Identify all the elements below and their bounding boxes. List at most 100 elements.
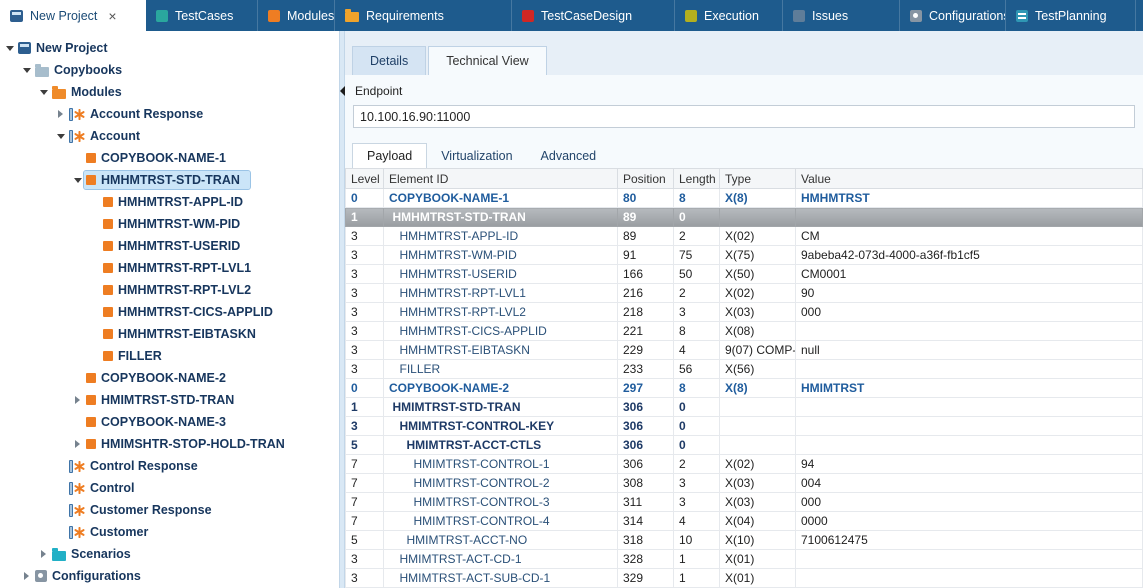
- expand-arrow[interactable]: [72, 394, 84, 406]
- tab-virtualization[interactable]: Virtualization: [427, 143, 526, 168]
- cell-value[interactable]: [796, 360, 1143, 379]
- table-row-hmhmtrst-wm-pid[interactable]: 3HMHMTRST-WM-PID9175X(75)9abeba42-073d-4…: [346, 246, 1143, 265]
- cell-value[interactable]: HMHMTRST: [796, 189, 1143, 208]
- tree-item-hmhmtrst-wm-pid[interactable]: HMHMTRST-WM-PID: [0, 213, 339, 235]
- cell-length[interactable]: 3: [674, 303, 720, 322]
- cell-level[interactable]: 7: [346, 512, 384, 531]
- table-row-hmimtrst-act-cd-1[interactable]: 3HMIMTRST-ACT-CD-13281X(01): [346, 550, 1143, 569]
- cell-type[interactable]: [720, 436, 796, 455]
- cell-type[interactable]: X(03): [720, 474, 796, 493]
- cell-position[interactable]: 311: [618, 493, 674, 512]
- cell-element-id[interactable]: HMHMTRST-APPL-ID: [384, 227, 618, 246]
- cell-position[interactable]: 329: [618, 569, 674, 588]
- tree-item-hmimshtr-stop-hold-tran[interactable]: HMIMSHTR-STOP-HOLD-TRAN: [0, 433, 339, 455]
- cell-level[interactable]: 7: [346, 493, 384, 512]
- cell-level[interactable]: 3: [346, 417, 384, 436]
- tree-item-copybook-name-2[interactable]: COPYBOOK-NAME-2: [0, 367, 339, 389]
- cell-position[interactable]: 89: [618, 208, 674, 227]
- cell-length[interactable]: 2: [674, 227, 720, 246]
- tree-item-account[interactable]: Account: [0, 125, 339, 147]
- cell-element-id[interactable]: HMIMTRST-CONTROL-KEY: [384, 417, 618, 436]
- cell-position[interactable]: 166: [618, 265, 674, 284]
- cell-level[interactable]: 5: [346, 436, 384, 455]
- tree-item-scenarios[interactable]: Scenarios: [0, 543, 339, 565]
- cell-level[interactable]: 3: [346, 246, 384, 265]
- cell-position[interactable]: 314: [618, 512, 674, 531]
- cell-position[interactable]: 306: [618, 417, 674, 436]
- cell-position[interactable]: 233: [618, 360, 674, 379]
- cell-level[interactable]: 3: [346, 322, 384, 341]
- cell-level[interactable]: 1: [346, 208, 384, 227]
- cell-value[interactable]: HMIMTRST: [796, 379, 1143, 398]
- tree-item-hmhmtrst-eibtaskn[interactable]: HMHMTRST-EIBTASKN: [0, 323, 339, 345]
- tree-item-control[interactable]: Control: [0, 477, 339, 499]
- cell-length[interactable]: 8: [674, 189, 720, 208]
- tree-item-customer[interactable]: Customer: [0, 521, 339, 543]
- cell-level[interactable]: 0: [346, 379, 384, 398]
- tab-testcasedesign[interactable]: TestCaseDesign: [512, 0, 675, 31]
- tab-modules[interactable]: Modules: [258, 0, 335, 31]
- cell-length[interactable]: 0: [674, 436, 720, 455]
- cell-type[interactable]: X(75): [720, 246, 796, 265]
- table-row-hmhmtrst-rpt-lvl1[interactable]: 3HMHMTRST-RPT-LVL12162X(02)90: [346, 284, 1143, 303]
- tab-details[interactable]: Details: [352, 46, 426, 75]
- column-header-position[interactable]: Position: [618, 169, 674, 189]
- cell-length[interactable]: 8: [674, 322, 720, 341]
- cell-element-id[interactable]: HMIMTRST-CONTROL-1: [384, 455, 618, 474]
- cell-element-id[interactable]: HMHMTRST-WM-PID: [384, 246, 618, 265]
- expand-arrow[interactable]: [55, 108, 67, 120]
- tab-requirements[interactable]: Requirements: [335, 0, 512, 31]
- column-header-type[interactable]: Type: [720, 169, 796, 189]
- cell-level[interactable]: 0: [346, 189, 384, 208]
- cell-level[interactable]: 3: [346, 265, 384, 284]
- cell-type[interactable]: X(04): [720, 512, 796, 531]
- tree-item-hmhmtrst-cics-applid[interactable]: HMHMTRST-CICS-APPLID: [0, 301, 339, 323]
- cell-length[interactable]: 4: [674, 341, 720, 360]
- column-header-value[interactable]: Value: [796, 169, 1143, 189]
- cell-element-id[interactable]: HMIMTRST-STD-TRAN: [384, 398, 618, 417]
- table-row-hmimtrst-act-sub-cd-1[interactable]: 3HMIMTRST-ACT-SUB-CD-13291X(01): [346, 569, 1143, 588]
- cell-element-id[interactable]: FILLER: [384, 360, 618, 379]
- cell-value[interactable]: 9abeba42-073d-4000-a36f-fb1cf5: [796, 246, 1143, 265]
- cell-type[interactable]: X(02): [720, 284, 796, 303]
- cell-length[interactable]: 10: [674, 531, 720, 550]
- table-row-hmimtrst-acct-no[interactable]: 5HMIMTRST-ACCT-NO31810X(10)7100612475: [346, 531, 1143, 550]
- expand-arrow[interactable]: [38, 548, 50, 560]
- tree-item-account-response[interactable]: Account Response: [0, 103, 339, 125]
- tab-configurations[interactable]: Configurations: [900, 0, 1006, 31]
- cell-type[interactable]: X(8): [720, 379, 796, 398]
- expand-arrow[interactable]: [4, 42, 16, 54]
- table-row-hmimtrst-control-4[interactable]: 7HMIMTRST-CONTROL-43144X(04)0000: [346, 512, 1143, 531]
- tree-item-hmhmtrst-rpt-lvl2[interactable]: HMHMTRST-RPT-LVL2: [0, 279, 339, 301]
- cell-value[interactable]: 90: [796, 284, 1143, 303]
- cell-element-id[interactable]: HMHMTRST-RPT-LVL1: [384, 284, 618, 303]
- cell-type[interactable]: X(02): [720, 455, 796, 474]
- cell-element-id[interactable]: HMHMTRST-USERID: [384, 265, 618, 284]
- cell-length[interactable]: 1: [674, 550, 720, 569]
- tree-item-customer-response[interactable]: Customer Response: [0, 499, 339, 521]
- cell-position[interactable]: 308: [618, 474, 674, 493]
- cell-element-id[interactable]: COPYBOOK-NAME-2: [384, 379, 618, 398]
- cell-element-id[interactable]: HMHMTRST-STD-TRAN: [384, 208, 618, 227]
- column-header-level[interactable]: Level: [346, 169, 384, 189]
- tree-item-copybooks[interactable]: Copybooks: [0, 59, 339, 81]
- tab-advanced[interactable]: Advanced: [527, 143, 611, 168]
- cell-length[interactable]: 4: [674, 512, 720, 531]
- column-header-element-id[interactable]: Element ID: [384, 169, 618, 189]
- cell-element-id[interactable]: HMIMTRST-ACT-SUB-CD-1: [384, 569, 618, 588]
- tree-item-control-response[interactable]: Control Response: [0, 455, 339, 477]
- cell-position[interactable]: 297: [618, 379, 674, 398]
- cell-position[interactable]: 221: [618, 322, 674, 341]
- tree-item-configurations[interactable]: Configurations: [0, 565, 339, 587]
- cell-position[interactable]: 218: [618, 303, 674, 322]
- cell-value[interactable]: [796, 436, 1143, 455]
- tree-item-copybook-name-3[interactable]: COPYBOOK-NAME-3: [0, 411, 339, 433]
- table-row-hmimtrst-control-3[interactable]: 7HMIMTRST-CONTROL-33113X(03)000: [346, 493, 1143, 512]
- expand-arrow[interactable]: [21, 570, 33, 582]
- cell-length[interactable]: 50: [674, 265, 720, 284]
- tree-item-hmhmtrst-appl-id[interactable]: HMHMTRST-APPL-ID: [0, 191, 339, 213]
- cell-length[interactable]: 0: [674, 417, 720, 436]
- tree-item-hmhmtrst-userid[interactable]: HMHMTRST-USERID: [0, 235, 339, 257]
- cell-value[interactable]: CM0001: [796, 265, 1143, 284]
- tab-payload[interactable]: Payload: [352, 143, 427, 168]
